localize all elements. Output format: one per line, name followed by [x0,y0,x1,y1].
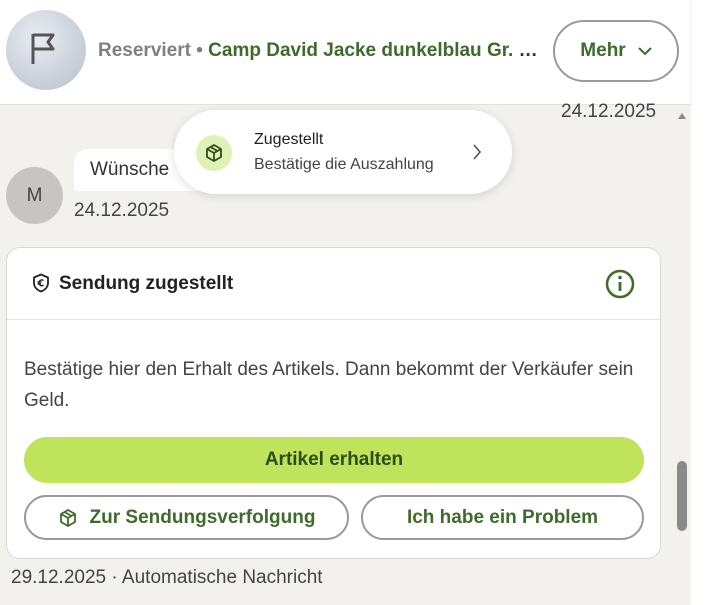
tracking-button-label: Zur Sendungsverfolgung [89,506,316,528]
avatar-initial: M [26,184,43,206]
message-date-top: 24.12.2025 [561,101,657,122]
scroll-up-arrow-icon[interactable] [678,113,686,119]
delivered-toast[interactable]: Zugestellt Bestätige die Auszahlung [174,110,512,194]
message-date: 24.12.2025 [74,200,170,221]
item-received-button[interactable]: Artikel erhalten [24,437,644,483]
package-icon [59,508,76,527]
reservation-status: Reserviert [98,40,191,61]
item-header-title[interactable]: Reserviert • Camp David Jacke dunkelblau… [98,40,538,62]
package-icon [206,144,222,162]
scrollbar[interactable] [673,105,691,605]
shipment-card: Sendung zugestellt Bestätige hier den Er… [6,247,661,559]
card-header: Sendung zugestellt [7,248,660,320]
card-title: Sendung zugestellt [59,273,234,294]
shield-euro-icon [33,273,49,293]
chevron-right-icon [473,144,482,160]
more-button-label: Mehr [580,40,626,61]
card-body-text: Bestätige hier den Erhalt des Artikels. … [24,359,634,411]
item-thumbnail[interactable] [6,10,86,90]
item-received-label: Artikel erhalten [264,449,404,470]
flag-icon [31,33,55,64]
toast-title: Zugestellt [254,131,324,148]
report-problem-label: Ich habe ein Problem [406,506,599,528]
toast-icon-circle [196,135,232,171]
info-icon[interactable] [605,269,635,299]
more-button[interactable]: Mehr [553,20,679,82]
chevron-down-icon [637,46,652,55]
avatar[interactable]: M [6,167,63,224]
window-edge [691,0,711,605]
message-text: Wünsche [90,159,170,180]
conversation-header: Reserviert • Camp David Jacke dunkelblau… [0,0,690,105]
item-title[interactable]: Camp David Jacke dunkelblau Gr. XL [208,40,538,61]
toast-subtitle: Bestätige die Auszahlung [254,156,434,173]
title-separator: • [190,40,209,61]
scrollbar-thumb[interactable] [677,461,687,531]
report-problem-button[interactable]: Ich habe ein Problem [361,495,644,540]
automatic-message-meta: 29.12.2025 · Automatische Nachricht [11,567,323,588]
tracking-button[interactable]: Zur Sendungsverfolgung [24,495,349,540]
